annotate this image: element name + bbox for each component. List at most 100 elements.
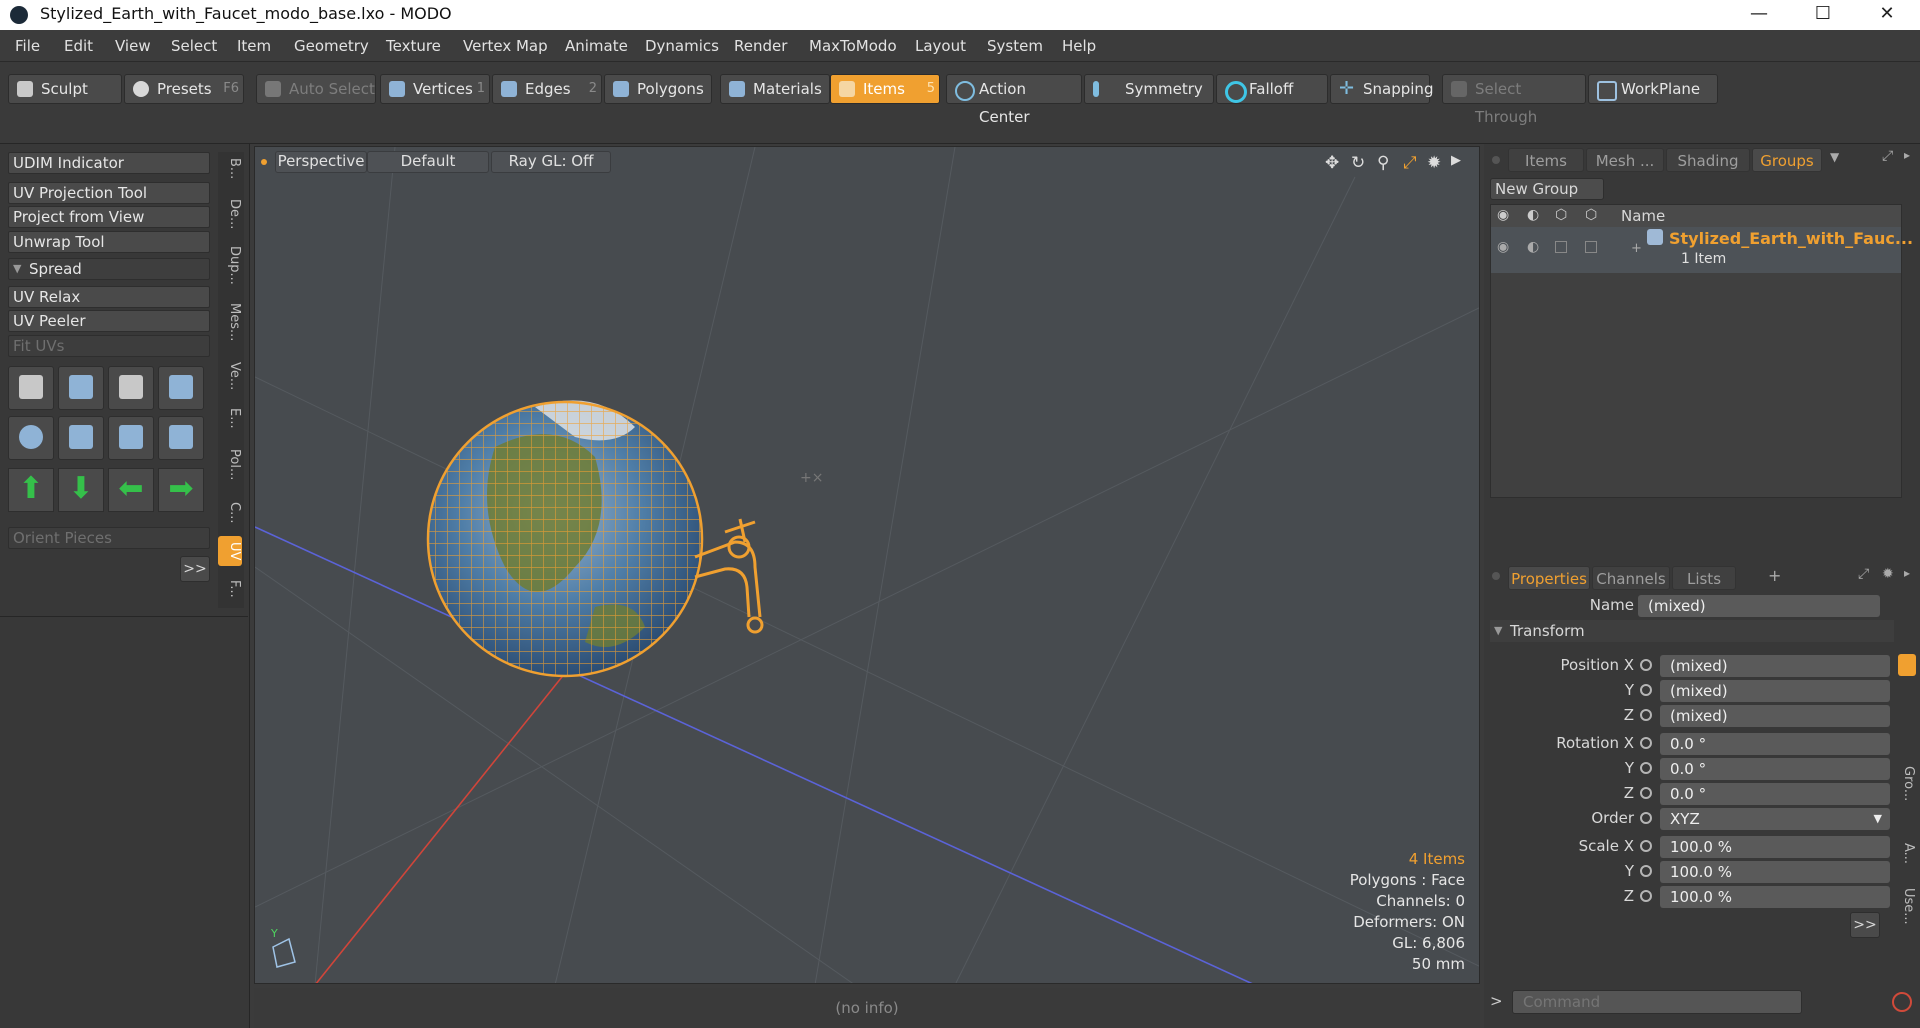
vtab-mes[interactable]: Mes... [218,294,242,350]
tab-channels[interactable]: Channels [1592,566,1670,590]
side-tab-groups[interactable]: Gro... [1898,764,1916,804]
menu-geometry[interactable]: Geometry [294,37,369,55]
earth-model[interactable] [426,400,704,678]
close-button[interactable]: ✕ [1864,0,1910,30]
uv-peeler-button[interactable]: UV Peeler [8,310,210,332]
align-down-button[interactable]: ⬇ [58,468,104,512]
project-from-view-button[interactable]: Project from View [8,206,210,228]
vtab-de[interactable]: De... [218,192,242,236]
uv-plane-button[interactable] [58,416,104,460]
position-z-field[interactable]: (mixed) [1660,705,1890,727]
vtab-ve[interactable]: Ve... [218,356,242,396]
align-right-button[interactable]: ➡ [158,468,204,512]
uv-perspective-button[interactable] [108,416,154,460]
position-y-keyframe-icon[interactable] [1640,684,1652,696]
vtab-dup[interactable]: Dup... [218,240,242,290]
uv-cube-button[interactable] [158,366,204,410]
lock-checkbox[interactable] [1555,241,1567,253]
vtab-b[interactable]: B... [218,152,242,186]
tab-shading[interactable]: Shading [1666,148,1750,172]
menu-edit[interactable]: Edit [64,37,93,55]
falloff-button[interactable]: Falloff [1216,74,1328,104]
udim-indicator-button[interactable]: UDIM Indicator [8,152,210,174]
scale-x-field[interactable]: 100.0 % [1660,836,1890,858]
viewport-menu-dot[interactable] [261,159,267,165]
menu-item[interactable]: Item [237,37,271,55]
snapping-button[interactable]: ✛ Snapping [1330,74,1433,104]
properties-menu-dot[interactable] [1492,572,1500,580]
panel-arrow-icon[interactable]: ▸ [1904,148,1910,162]
select-checkbox[interactable] [1585,241,1597,253]
menu-layout[interactable]: Layout [915,37,966,55]
eye-icon[interactable]: ◉ [1497,239,1509,255]
group-name[interactable]: Stylized_Earth_with_Fauc... [1669,229,1913,248]
rotation-x-field[interactable]: 0.0 ° [1660,733,1890,755]
faucet-model[interactable] [694,518,764,634]
side-tab-use[interactable]: Use... [1898,886,1916,926]
menu-animate[interactable]: Animate [565,37,628,55]
presets-button[interactable]: Presets F6 [124,74,244,104]
tabs-dropdown-icon[interactable]: ▼ [1830,150,1839,164]
menu-view[interactable]: View [115,37,151,55]
visibility-column-icon[interactable]: ◉ [1497,207,1509,223]
position-x-keyframe-icon[interactable] [1640,659,1652,671]
uv-sphere-button[interactable] [8,416,54,460]
tab-properties[interactable]: Properties [1508,566,1590,590]
raygl-button[interactable]: Ray GL: Off [491,151,611,173]
vtab-uv[interactable]: UV [218,536,242,566]
properties-expand-button[interactable]: >> [1850,912,1880,938]
panel-maximize-icon[interactable]: ⤢ [1882,148,1893,164]
minimize-button[interactable]: — [1736,0,1782,30]
viewport-move-icon[interactable]: ✥ [1325,153,1339,173]
menu-help[interactable]: Help [1062,37,1096,55]
properties-arrow-icon[interactable]: ▸ [1904,566,1910,580]
vtab-f[interactable]: F... [218,570,242,608]
uv-relax-button[interactable]: UV Relax [8,286,210,308]
new-group-button[interactable]: New Group [1490,178,1604,200]
viewport-zoom-icon[interactable]: ⚲ [1377,153,1389,173]
auto-select-button[interactable]: Auto Select [256,74,376,104]
scale-x-keyframe-icon[interactable] [1640,840,1652,852]
unwrap-tool-button[interactable]: Unwrap Tool [8,231,210,253]
panel-menu-dot[interactable] [1492,156,1500,164]
select-column-icon[interactable]: ⬡ [1585,207,1597,223]
rotation-z-field[interactable]: 0.0 ° [1660,783,1890,805]
fit-uvs-button[interactable]: Fit UVs [8,335,210,357]
properties-maximize-icon[interactable]: ⤢ [1858,566,1869,582]
scale-z-field[interactable]: 100.0 % [1660,886,1890,908]
vtab-pol[interactable]: Pol... [218,440,242,490]
uv-rotate-button[interactable] [58,366,104,410]
orient-pieces-button[interactable]: Orient Pieces [8,527,210,549]
view-perspective-button[interactable]: Perspective [275,151,367,173]
menu-maxtomodo[interactable]: MaxToModo [809,37,897,55]
scale-y-keyframe-icon[interactable] [1640,865,1652,877]
uv-scale-button[interactable] [108,366,154,410]
transform-section[interactable]: ▼ Transform [1490,620,1894,642]
rotation-y-field[interactable]: 0.0 ° [1660,758,1890,780]
group-row[interactable]: ◉ ◐ + Stylized_Earth_with_Fauc... 1 Item [1491,227,1913,273]
shading-default-button[interactable]: Default [367,151,489,173]
menu-select[interactable]: Select [171,37,217,55]
tab-groups[interactable]: Groups [1752,148,1822,172]
viewport-rotate-icon[interactable]: ↻ [1351,153,1365,173]
render-toggle-icon[interactable]: ◐ [1527,239,1539,255]
menu-vertex-map[interactable]: Vertex Map [463,37,548,55]
expand-plus-icon[interactable]: + [1631,241,1642,256]
side-tab-active[interactable] [1898,654,1916,676]
vtab-c[interactable]: C... [218,494,242,532]
tab-lists[interactable]: Lists [1672,566,1736,590]
action-center-button[interactable]: Action Center [946,74,1082,126]
menu-file[interactable]: File [15,37,40,55]
edges-button[interactable]: Edges 2 [492,74,602,104]
vtab-e[interactable]: E... [218,400,242,436]
uv-box-button[interactable] [158,416,204,460]
command-input[interactable] [1512,990,1802,1014]
add-tab-icon[interactable]: + [1768,566,1781,585]
polygons-button[interactable]: Polygons [604,74,712,104]
rotation-x-keyframe-icon[interactable] [1640,737,1652,749]
position-y-field[interactable]: (mixed) [1660,680,1890,702]
uv-projection-tool-button[interactable]: UV Projection Tool [8,182,210,204]
menu-render[interactable]: Render [734,37,787,55]
position-z-keyframe-icon[interactable] [1640,709,1652,721]
record-icon[interactable] [1892,992,1912,1012]
